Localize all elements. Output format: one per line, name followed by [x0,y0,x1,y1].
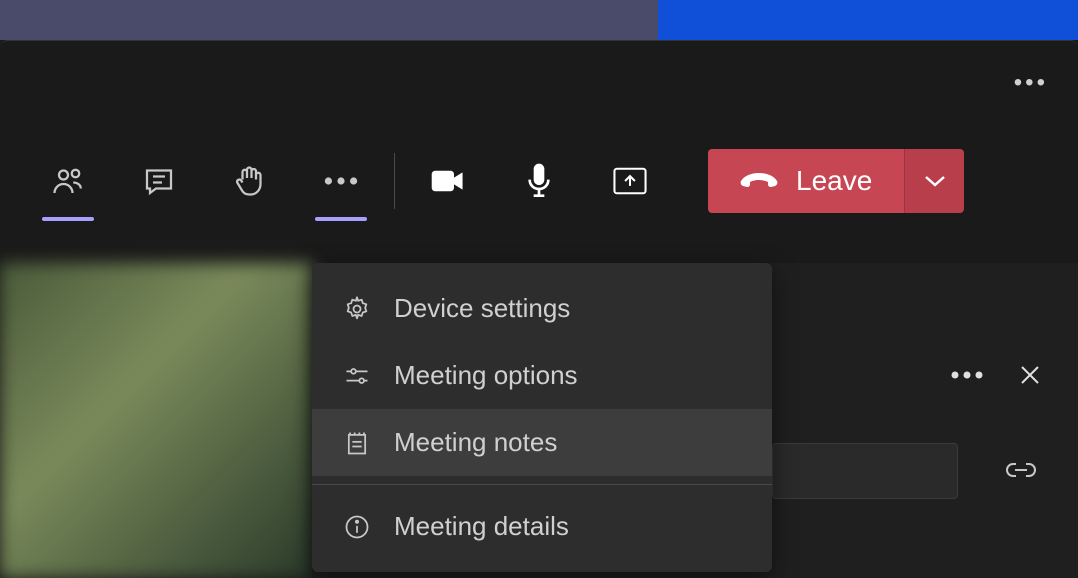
gear-icon [342,294,372,324]
more-actions-button[interactable] [323,163,359,199]
panel-close-button[interactable] [1018,363,1042,387]
panel-input[interactable] [772,443,958,499]
menu-item-meeting-notes[interactable]: Meeting notes [312,409,772,476]
meeting-toolbar: Leave [0,141,1078,221]
panel-more-button[interactable] [950,370,984,380]
menu-divider [312,484,772,485]
people-icon [50,163,86,199]
microphone-icon [523,161,555,201]
more-actions-icon [323,175,359,187]
camera-button[interactable] [430,163,466,199]
toolbar-divider [394,153,395,209]
copy-link-button[interactable] [1004,458,1038,482]
camera-icon [430,165,466,197]
leave-button[interactable]: Leave [708,149,904,213]
raise-hand-button[interactable] [232,163,268,199]
hangup-icon [740,171,778,191]
meeting-window: ••• [0,40,1078,578]
menu-item-label: Meeting details [394,511,569,542]
menu-item-meeting-options[interactable]: Meeting options [312,342,772,409]
people-button[interactable] [50,163,86,199]
chevron-down-icon [923,174,947,188]
menu-item-label: Meeting options [394,360,578,391]
info-icon [342,512,372,542]
close-icon [1018,363,1042,387]
leave-label: Leave [796,165,872,197]
more-actions-menu: Device settings Meeting options [312,263,772,572]
link-icon [1004,458,1038,482]
leave-dropdown-button[interactable] [904,149,964,213]
menu-item-label: Device settings [394,293,570,324]
menu-item-device-settings[interactable]: Device settings [312,275,772,342]
menu-item-meeting-details[interactable]: Meeting details [312,493,772,560]
sliders-icon [342,361,372,391]
video-feed [0,263,312,578]
notes-icon [342,428,372,458]
leave-button-group: Leave [708,149,964,213]
chat-icon [141,163,177,199]
window-more-icon[interactable]: ••• [1014,69,1048,97]
share-icon [612,163,648,199]
window-background [0,0,1078,40]
chat-button[interactable] [141,163,177,199]
raise-hand-icon [232,163,268,199]
share-button[interactable] [612,163,648,199]
more-icon [950,370,984,380]
menu-item-label: Meeting notes [394,427,557,458]
microphone-button[interactable] [521,163,557,199]
